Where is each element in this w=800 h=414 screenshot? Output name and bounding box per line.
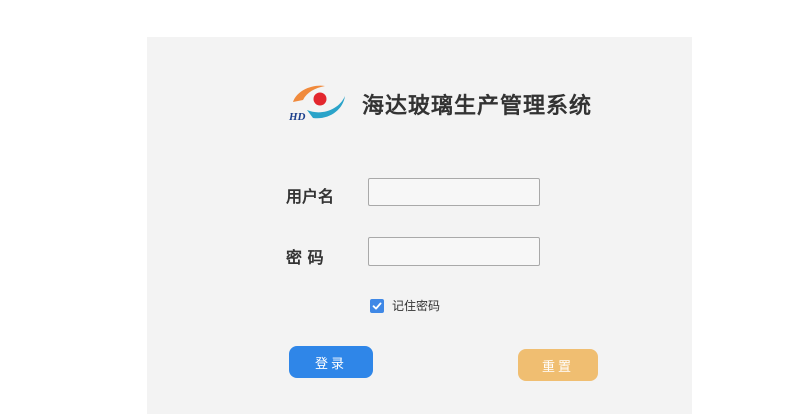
remember-password-option[interactable]: 记住密码 — [370, 297, 440, 314]
login-button-label: 登录 — [314, 356, 347, 372]
hd-logo-icon: HD — [288, 85, 345, 123]
password-label: 密 码 — [286, 248, 324, 267]
remember-label: 记住密码 — [392, 299, 441, 313]
app-title: 海达玻璃生产管理系统 — [362, 94, 593, 119]
password-input[interactable] — [368, 237, 540, 266]
reset-button[interactable]: 重置 — [518, 349, 598, 381]
username-label: 用户名 — [286, 187, 335, 206]
username-input[interactable] — [368, 178, 540, 206]
logo-text: HD — [288, 111, 306, 123]
login-button[interactable]: 登录 — [289, 346, 373, 378]
remember-checkbox[interactable] — [370, 298, 384, 313]
checkmark-icon — [372, 302, 382, 309]
reset-button-label: 重置 — [541, 359, 574, 375]
